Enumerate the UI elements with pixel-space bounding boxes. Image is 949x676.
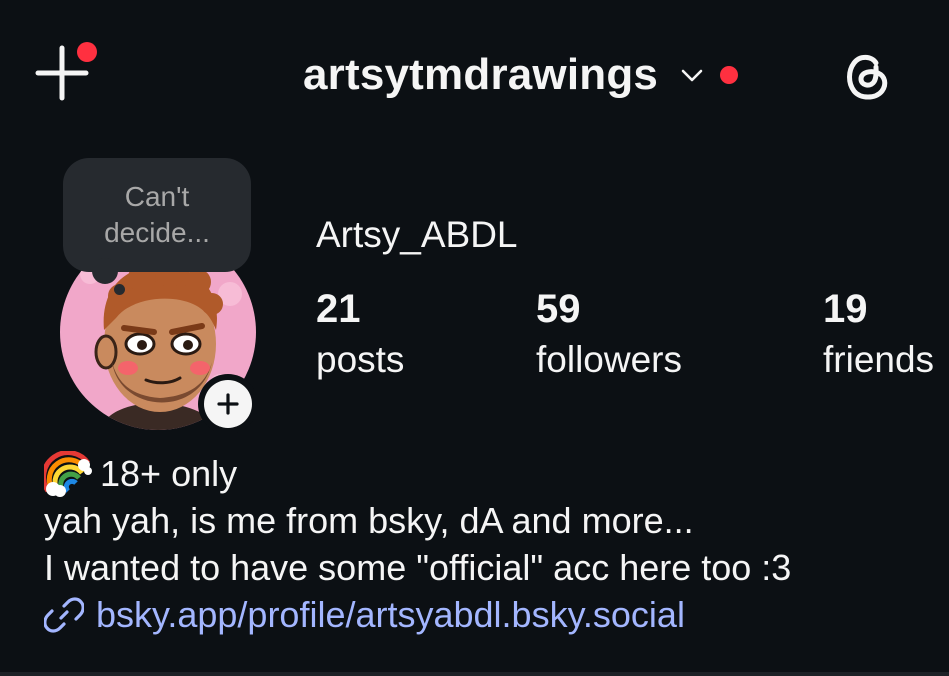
followers-label: followers — [536, 339, 682, 380]
posts-count: 21 — [316, 287, 361, 331]
bio-line-3: I wanted to have some "official" acc her… — [44, 547, 792, 588]
notification-dot — [77, 42, 97, 62]
bio: 18+ only yah yah, is me from bsky, dA an… — [44, 450, 944, 638]
note-text-line2: decide... — [104, 217, 210, 248]
display-name: Artsy_ABDL — [316, 214, 518, 255]
posts-label: posts — [316, 339, 405, 380]
stat-posts[interactable]: 21 posts — [316, 284, 404, 386]
threads-icon — [847, 54, 888, 100]
note-tail-small — [114, 284, 125, 295]
note-bubble[interactable]: Can't decide... — [63, 158, 251, 272]
stat-followers[interactable]: 59 followers — [536, 284, 682, 386]
username: artsytmdrawings — [303, 50, 659, 99]
bio-line-2: yah yah, is me from bsky, dA and more... — [44, 500, 694, 541]
top-bar: artsytmdrawings — [0, 0, 949, 150]
bio-line-1: 18+ only — [44, 450, 944, 497]
divider — [0, 672, 949, 676]
threads-button[interactable] — [838, 45, 898, 105]
account-notification-dot — [720, 66, 739, 84]
bio-link[interactable]: bsky.app/profile/artsyabdl.bsky.social — [44, 591, 944, 638]
chevron-down-icon — [681, 69, 703, 82]
followers-count: 59 — [536, 287, 581, 331]
friends-label: friends — [823, 339, 935, 380]
note-tail — [92, 258, 118, 284]
rainbow-icon — [44, 450, 92, 497]
link-icon — [44, 596, 84, 633]
note-text-line1: Can't — [124, 181, 190, 212]
plus-icon — [217, 393, 239, 415]
bio-link-text: bsky.app/profile/artsyabdl.bsky.social — [96, 594, 685, 635]
stat-friends[interactable]: 19 friends — [823, 284, 934, 386]
add-story-button[interactable] — [198, 374, 258, 434]
add-story-badge — [204, 380, 252, 428]
friends-count: 19 — [823, 287, 868, 331]
bio-line-1-text: 18+ only — [100, 453, 238, 494]
account-switcher[interactable]: artsytmdrawings — [303, 44, 739, 106]
